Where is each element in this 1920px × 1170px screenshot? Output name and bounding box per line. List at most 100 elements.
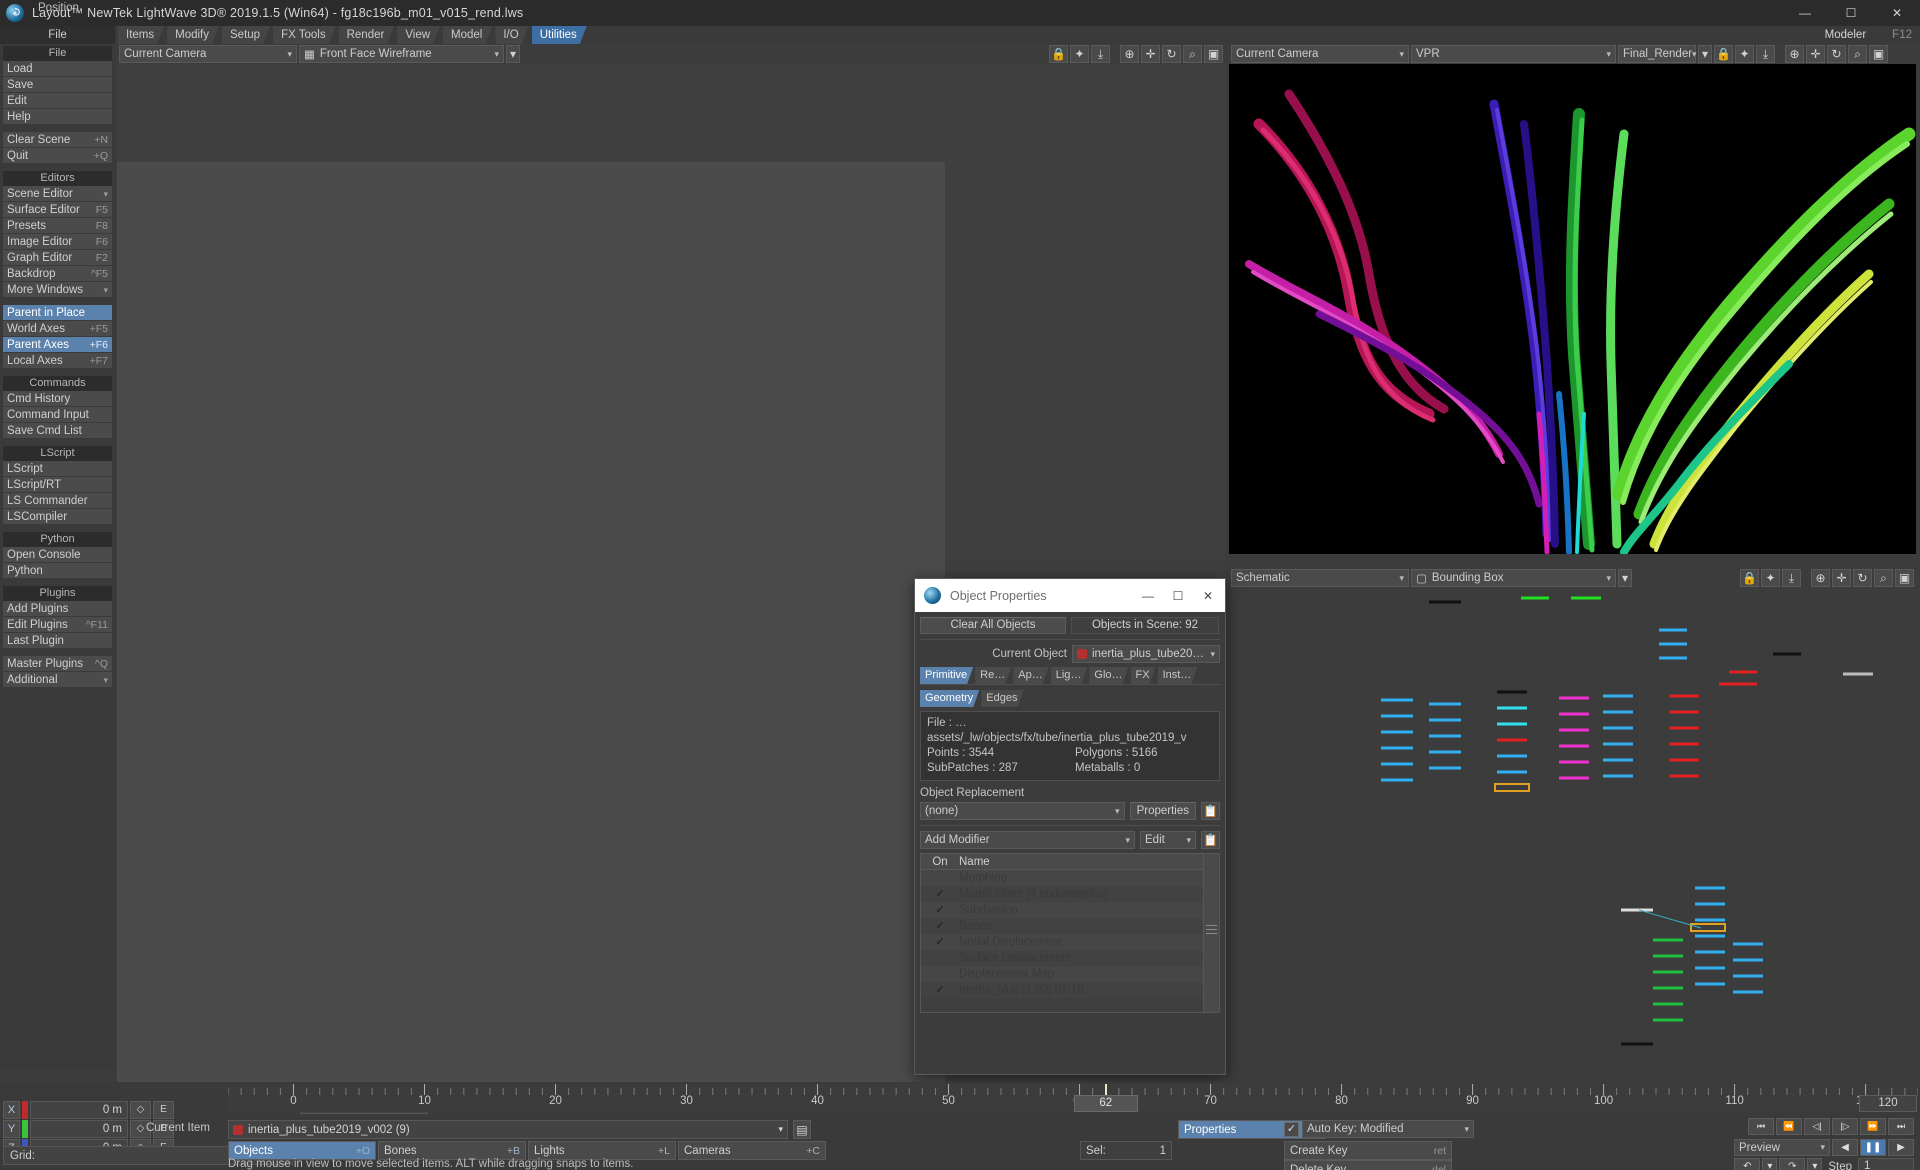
sidebar-item-world-axes[interactable]: World Axes +F5 <box>3 321 112 337</box>
modifier-row[interactable]: ✓ Bones <box>921 918 1203 934</box>
menu-tab-utilities[interactable]: Utilities <box>532 26 587 44</box>
next-frame-icon[interactable]: |▷ <box>1832 1118 1858 1135</box>
maximize-button[interactable]: ☐ <box>1828 0 1874 26</box>
frame-end-field[interactable]: 120 <box>1859 1095 1917 1112</box>
schematic-display-select[interactable]: ▢ Bounding Box ▾ <box>1411 569 1616 587</box>
dialog-tab-fx[interactable]: FX <box>1131 667 1156 684</box>
minimize-button[interactable]: — <box>1782 0 1828 26</box>
modifier-enabled-check[interactable]: ✓ <box>921 982 959 998</box>
sidebar-item-lscompiler[interactable]: LSCompiler <box>3 509 112 525</box>
maximize-viewport-icon[interactable]: ▣ <box>1895 569 1914 587</box>
gear-icon[interactable]: ✦ <box>1761 569 1780 587</box>
vpr-mode-select[interactable]: VPR ▾ <box>1411 45 1616 63</box>
dialog-maximize-button[interactable]: ☐ <box>1163 579 1193 612</box>
modeler-switch[interactable]: Modeler F12 <box>1825 26 1912 44</box>
sidebar-item-python[interactable]: Python <box>3 563 112 579</box>
sidebar-item-load[interactable]: Load <box>3 61 112 77</box>
auto-key-select[interactable]: Auto Key: Modified ▾ <box>1302 1120 1474 1138</box>
sidebar-item-lscript[interactable]: LScript <box>3 461 112 477</box>
clipboard-icon[interactable]: 📋 <box>1201 802 1220 820</box>
close-button[interactable]: ✕ <box>1874 0 1920 26</box>
zoom-icon[interactable]: ⌕ <box>1874 569 1893 587</box>
modifier-row[interactable]: ✓ Inertia_plus (1.00) 07/18 <box>921 982 1203 998</box>
vpr-render-viewport[interactable] <box>1229 64 1916 554</box>
main-viewport-display-select[interactable]: ▦ Front Face Wireframe ▾ <box>299 45 504 63</box>
center-icon[interactable]: ⊕ <box>1811 569 1830 587</box>
save-icon[interactable]: ⤓ <box>1756 45 1775 63</box>
lock-icon[interactable]: 🔒 <box>1740 569 1759 587</box>
axis-toggle-x[interactable]: X <box>3 1100 20 1119</box>
modifier-table[interactable]: On Name Morphing ✓ Morph Mixer (4 endomorp… <box>920 853 1220 1013</box>
dialog-minimize-button[interactable]: — <box>1133 579 1163 612</box>
sidebar-item-add-plugins[interactable]: Add Plugins <box>3 601 112 617</box>
sidebar-item-command-input[interactable]: Command Input <box>3 407 112 423</box>
sidebar-item-image-editor[interactable]: Image Editor F6 <box>3 234 112 250</box>
center-icon[interactable]: ⊕ <box>1120 45 1139 63</box>
add-modifier-select[interactable]: Add Modifier ▾ <box>920 831 1135 849</box>
prev-key-icon[interactable]: ⏪ <box>1776 1118 1802 1135</box>
axis-toggle-y[interactable]: Y <box>3 1119 20 1138</box>
rotate-icon[interactable]: ↻ <box>1827 45 1846 63</box>
modifier-row[interactable]: ✓ Subdivision <box>921 902 1203 918</box>
sidebar-item-open-console[interactable]: Open Console <box>3 547 112 563</box>
move-icon[interactable]: ✛ <box>1141 45 1160 63</box>
chevron-down-icon[interactable]: ▾ <box>1762 1158 1778 1170</box>
modifier-enabled-check[interactable] <box>921 966 959 982</box>
menu-tab-i-o[interactable]: I/O <box>495 26 528 44</box>
sidebar-item-parent-in-place[interactable]: Parent in Place <box>3 305 112 321</box>
next-key-icon[interactable]: ⏩ <box>1860 1118 1886 1135</box>
vpr-camera-select[interactable]: Current Camera ▾ <box>1231 45 1409 63</box>
pause-icon[interactable]: ❚❚ <box>1860 1139 1886 1156</box>
sidebar-item-master-plugins[interactable]: Master Plugins ^Q <box>3 656 112 672</box>
menu-tab-view[interactable]: View <box>397 26 440 44</box>
save-icon[interactable]: ⤓ <box>1782 569 1801 587</box>
axis-nudge-icon[interactable]: ◇ <box>130 1100 151 1119</box>
modifier-row[interactable]: Surface Displacement <box>921 950 1203 966</box>
sidebar-item-help[interactable]: Help <box>3 109 112 125</box>
current-frame-box[interactable]: 62 <box>1073 1095 1138 1112</box>
select-mode-cameras[interactable]: Cameras +C <box>678 1141 826 1160</box>
center-icon[interactable]: ⊕ <box>1785 45 1804 63</box>
schematic-options-chevron-icon[interactable]: ▾ <box>1618 569 1632 587</box>
axis-edit-icon[interactable]: E <box>153 1100 174 1119</box>
modifier-enabled-check[interactable] <box>921 950 959 966</box>
current-item-select[interactable]: inertia_plus_tube2019_v002 (9) ▾ <box>228 1120 788 1139</box>
sidebar-item-presets[interactable]: Presets F8 <box>3 218 112 234</box>
sidebar-item-edit-plugins[interactable]: Edit Plugins ^F11 <box>3 617 112 633</box>
vpr-options-chevron-icon[interactable]: ▾ <box>1698 45 1712 63</box>
dialog-tab-glo[interactable]: Glo… <box>1089 667 1128 684</box>
redo-icon[interactable]: ↷ <box>1779 1158 1806 1170</box>
sidebar-item-ls-commander[interactable]: LS Commander <box>3 493 112 509</box>
main-viewport-camera-select[interactable]: Current Camera ▾ <box>119 45 297 63</box>
sidebar-item-save[interactable]: Save <box>3 77 112 93</box>
menu-tab-render[interactable]: Render <box>339 26 395 44</box>
save-icon[interactable]: ⤓ <box>1091 45 1110 63</box>
dialog-tab-lig[interactable]: Lig… <box>1051 667 1088 684</box>
sidebar-item-scene-editor[interactable]: Scene Editor ▾ <box>3 186 112 202</box>
menu-tab-fx-tools[interactable]: FX Tools <box>273 26 336 44</box>
undo-icon[interactable]: ↶ <box>1734 1158 1761 1170</box>
gear-icon[interactable]: ✦ <box>1735 45 1754 63</box>
modifier-row[interactable]: ✓ Nodal Displacement <box>921 934 1203 950</box>
dialog-subtab-geometry[interactable]: Geometry <box>920 690 979 707</box>
skip-start-icon[interactable]: ⏮ <box>1748 1118 1774 1135</box>
dialog-tab-ap[interactable]: Ap… <box>1013 667 1048 684</box>
modifier-enabled-check[interactable]: ✓ <box>921 902 959 918</box>
modifier-enabled-check[interactable]: ✓ <box>921 934 959 950</box>
modifier-row[interactable]: Morphing <box>921 870 1203 886</box>
dialog-subtab-edges[interactable]: Edges <box>981 690 1023 707</box>
prev-frame-icon[interactable]: ◁| <box>1804 1118 1830 1135</box>
auto-key-checkbox[interactable]: ✓ <box>1284 1121 1299 1137</box>
skip-end-icon[interactable]: ⏭ <box>1888 1118 1914 1135</box>
sidebar-item-more-windows[interactable]: More Windows ▾ <box>3 282 112 298</box>
sidebar-item-edit[interactable]: Edit <box>3 93 112 109</box>
object-properties-dialog[interactable]: Object Properties — ☐ ✕ Clear All Object… <box>914 578 1226 1075</box>
sidebar-item-quit[interactable]: Quit +Q <box>3 148 112 164</box>
dialog-tab-inst[interactable]: Inst… <box>1158 667 1198 684</box>
sidebar-item-clear-scene[interactable]: Clear Scene +N <box>3 132 112 148</box>
maximize-viewport-icon[interactable]: ▣ <box>1869 45 1888 63</box>
sidebar-item-parent-axes[interactable]: Parent Axes +F6 <box>3 337 112 353</box>
sidebar-item-save-cmd-list[interactable]: Save Cmd List <box>3 423 112 439</box>
create-key-button[interactable]: Create Key ret <box>1284 1141 1452 1160</box>
axis-value-x[interactable]: 0 m <box>30 1100 128 1119</box>
